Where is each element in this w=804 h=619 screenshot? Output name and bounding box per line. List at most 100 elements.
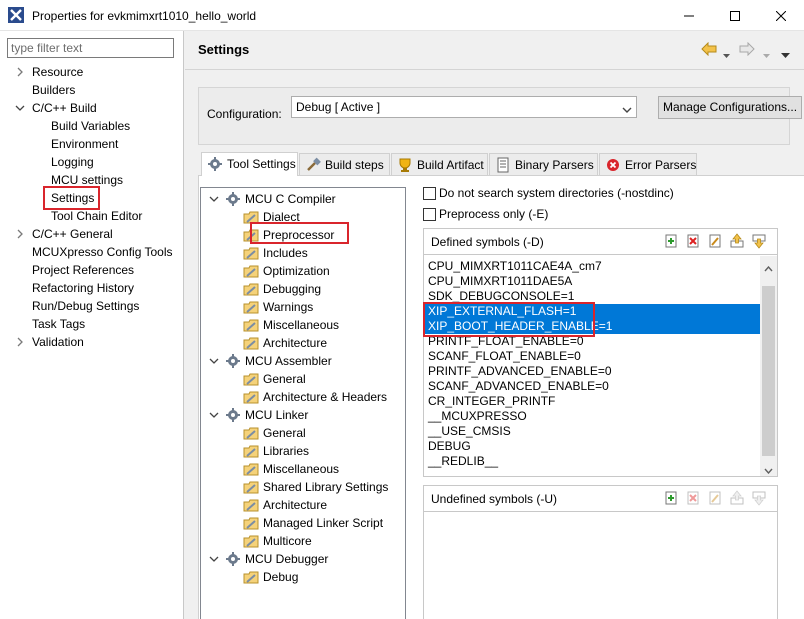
chevron-right-icon[interactable]	[15, 337, 25, 347]
undefined-symbols-group: Undefined symbols (-U)	[423, 485, 778, 619]
property-page-tree: Resource Builders C/C++ Build Build Variabl…	[0, 31, 184, 619]
nav-item[interactable]: Project References	[32, 261, 134, 279]
delete-symbol-icon[interactable]	[685, 233, 701, 249]
nav-item[interactable]: Logging	[51, 153, 94, 171]
defined-symbols-scrollbar[interactable]	[760, 256, 777, 476]
preprocess-only-checkbox[interactable]	[423, 208, 436, 221]
nav-item[interactable]: MCUXpresso Config Tools	[32, 243, 173, 261]
add-symbol-icon[interactable]	[663, 233, 679, 249]
chevron-right-icon[interactable]	[15, 229, 25, 239]
option-folder-icon	[243, 245, 259, 261]
nav-item[interactable]: Tool Chain Editor	[51, 207, 142, 225]
defined-symbols-header: Defined symbols (-D)	[424, 229, 777, 255]
forward-arrow-icon[interactable]	[739, 41, 755, 59]
scroll-down-icon[interactable]	[764, 463, 773, 477]
tree-node-label: Preprocessor	[263, 228, 335, 242]
close-button[interactable]	[758, 0, 804, 31]
back-dropdown-icon[interactable]	[723, 47, 730, 61]
nav-item[interactable]: Validation	[32, 333, 84, 351]
nav-item[interactable]: Run/Debug Settings	[32, 297, 139, 315]
nav-item[interactable]: Builders	[32, 81, 75, 99]
tree-node-label: MCU Assembler	[245, 354, 332, 368]
tree-node-label: General	[263, 426, 306, 440]
symbol-row[interactable]: CR_INTEGER_PRINTF	[424, 394, 760, 409]
option-folder-icon	[243, 443, 259, 459]
symbol-row[interactable]: SCANF_FLOAT_ENABLE=0	[424, 349, 760, 364]
symbol-row[interactable]: PRINTF_FLOAT_ENABLE=0	[424, 334, 760, 349]
tab-label: Build Artifact	[417, 158, 484, 172]
option-folder-icon	[243, 281, 259, 297]
scroll-up-icon[interactable]	[764, 261, 773, 275]
minimize-button[interactable]	[666, 0, 712, 31]
nav-item[interactable]: MCU settings	[51, 171, 123, 189]
tree-node-label: MCU Linker	[245, 408, 309, 422]
tree-node-label: Warnings	[263, 300, 314, 314]
move-down-icon[interactable]	[751, 233, 767, 249]
tool-gear-icon	[225, 353, 241, 369]
symbol-row[interactable]: SCANF_ADVANCED_ENABLE=0	[424, 379, 760, 394]
chevron-right-icon[interactable]	[15, 67, 25, 77]
view-menu-icon[interactable]	[781, 47, 790, 61]
symbol-row[interactable]: __REDLIB__	[424, 454, 760, 469]
move-up-icon[interactable]	[729, 233, 745, 249]
nav-item-label: Resource	[32, 65, 84, 79]
history-nav	[701, 40, 801, 60]
symbol-row[interactable]: XIP_EXTERNAL_FLASH=1	[424, 304, 760, 319]
delete-undefined-symbol-icon[interactable]	[685, 490, 701, 506]
nav-item-label: Project References	[32, 263, 135, 277]
tab-tool-settings[interactable]: Tool Settings	[201, 152, 298, 176]
nav-item-label: Task Tags	[32, 317, 86, 331]
option-folder-icon	[243, 335, 259, 351]
binary-parsers-icon	[495, 157, 511, 173]
tab-error-parsers[interactable]: Error Parsers	[599, 153, 697, 175]
manage-configurations-button[interactable]: Manage Configurations...	[658, 96, 802, 119]
add-undefined-symbol-icon[interactable]	[663, 490, 679, 506]
move-down-undefined-icon[interactable]	[751, 490, 767, 506]
symbol-row[interactable]: __MCUXPRESSO	[424, 409, 760, 424]
nav-item[interactable]: Task Tags	[32, 315, 85, 333]
nostdinc-checkbox[interactable]	[423, 187, 436, 200]
nav-item[interactable]: Settings	[51, 189, 94, 207]
chevron-down-icon[interactable]	[209, 554, 219, 564]
option-folder-icon	[243, 497, 259, 513]
symbol-row[interactable]: CPU_MIMXRT1011CAE4A_cm7	[424, 259, 760, 274]
symbol-row[interactable]: XIP_BOOT_HEADER_ENABLE=1	[424, 319, 760, 334]
nav-item[interactable]: Refactoring History	[32, 279, 134, 297]
tab-label: Build steps	[325, 158, 384, 172]
move-up-undefined-icon[interactable]	[729, 490, 745, 506]
back-arrow-icon[interactable]	[701, 41, 717, 59]
edit-undefined-symbol-icon[interactable]	[707, 490, 723, 506]
filter-input[interactable]	[7, 38, 174, 58]
symbol-row[interactable]: SDK_DEBUGCONSOLE=1	[424, 289, 760, 304]
nav-item[interactable]: Resource	[32, 63, 83, 81]
tab-build-steps[interactable]: Build steps	[299, 153, 390, 175]
nav-item[interactable]: Build Variables	[51, 117, 130, 135]
chevron-down-icon[interactable]	[209, 194, 219, 204]
maximize-button[interactable]	[712, 0, 758, 31]
undefined-symbols-list[interactable]	[424, 513, 760, 613]
defined-symbols-toolbar	[663, 233, 773, 251]
symbol-row[interactable]: __USE_CMSIS	[424, 424, 760, 439]
tree-node-label: Architecture	[263, 498, 328, 512]
chevron-down-icon[interactable]	[15, 103, 25, 113]
scroll-thumb[interactable]	[762, 286, 775, 456]
nav-item[interactable]: Environment	[51, 135, 118, 153]
window-title: Properties for evkmimxrt1010_hello_world	[32, 9, 257, 23]
option-folder-icon	[243, 227, 259, 243]
forward-dropdown-icon[interactable]	[763, 47, 770, 61]
nav-item[interactable]: C/C++ General	[32, 225, 113, 243]
tab-binary-parsers[interactable]: Binary Parsers	[489, 153, 598, 175]
nav-item-label: Build Variables	[51, 119, 131, 133]
configuration-select[interactable]: Debug [ Active ]	[291, 96, 637, 118]
symbol-row[interactable]: PRINTF_ADVANCED_ENABLE=0	[424, 364, 760, 379]
chevron-down-icon[interactable]	[209, 410, 219, 420]
option-folder-icon	[243, 263, 259, 279]
edit-symbol-icon[interactable]	[707, 233, 723, 249]
tab-build-artifact[interactable]: Build Artifact	[391, 153, 488, 175]
nav-item-label: C/C++ Build	[32, 101, 97, 115]
chevron-down-icon[interactable]	[209, 356, 219, 366]
symbol-row[interactable]: DEBUG	[424, 439, 760, 454]
symbol-row[interactable]: CPU_MIMXRT1011DAE5A	[424, 274, 760, 289]
tree-node-label: MCU C Compiler	[245, 192, 336, 206]
nav-item[interactable]: C/C++ Build	[32, 99, 97, 117]
